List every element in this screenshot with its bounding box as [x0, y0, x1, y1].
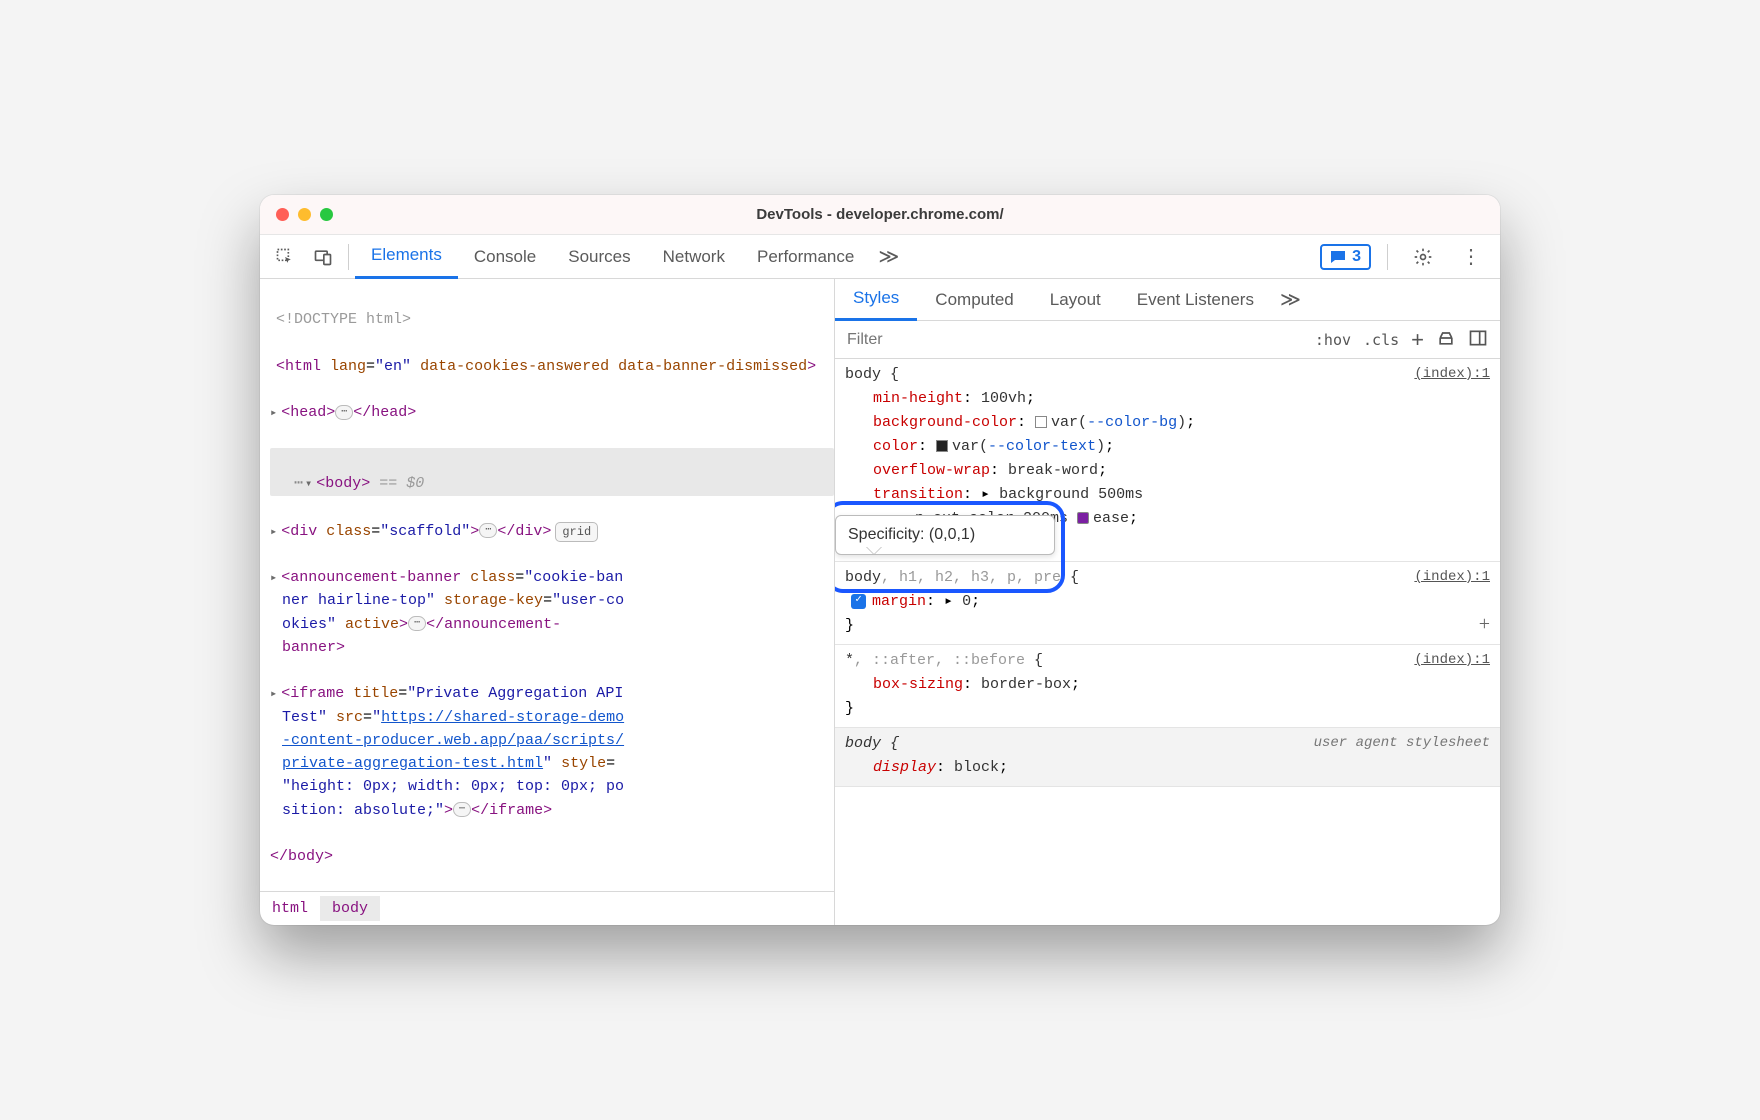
add-property-icon[interactable]: +	[1479, 608, 1490, 640]
ellipsis-icon[interactable]: ⋯	[453, 802, 471, 817]
toolbar-separator	[348, 244, 349, 270]
rule-selector: body	[845, 735, 881, 752]
window-title: DevTools - developer.chrome.com/	[260, 206, 1500, 223]
device-toolbar-icon[interactable]	[306, 240, 340, 274]
subtab-computed[interactable]: Computed	[917, 279, 1031, 321]
tabs-overflow-icon[interactable]: ≫	[870, 235, 907, 279]
ellipsis-icon[interactable]: ⋯	[335, 405, 353, 420]
property-checkbox[interactable]: ✓	[851, 594, 866, 609]
dom-body-close[interactable]: </body>	[270, 845, 834, 868]
style-rule[interactable]: (index):1 *, ::after, ::before { box-siz…	[835, 645, 1500, 728]
rule-source-link[interactable]: (index):1	[1414, 566, 1490, 588]
titlebar: DevTools - developer.chrome.com/	[260, 195, 1500, 235]
toolbar-separator	[1387, 244, 1388, 270]
subtab-layout[interactable]: Layout	[1032, 279, 1119, 321]
rule-selector[interactable]: *	[845, 652, 854, 669]
styles-subtabs: Styles Computed Layout Event Listeners ≫	[835, 279, 1500, 321]
dom-tree[interactable]: <!DOCTYPE html> <html lang="en" data-coo…	[260, 279, 834, 891]
dom-div-scaffold[interactable]: <div class="scaffold">⋯</div>grid	[270, 520, 834, 543]
settings-icon[interactable]	[1406, 240, 1440, 274]
paint-flashing-icon[interactable]	[1436, 328, 1456, 352]
chat-icon	[1330, 250, 1346, 264]
issues-count: 3	[1352, 248, 1361, 266]
rule-source-ua: user agent stylesheet	[1314, 732, 1490, 754]
grid-chip[interactable]: grid	[555, 522, 598, 543]
tab-performance[interactable]: Performance	[741, 235, 870, 279]
tab-sources[interactable]: Sources	[552, 235, 646, 279]
dom-announcement-banner[interactable]: <announcement-banner class="cookie-banne…	[270, 566, 834, 659]
color-swatch-icon[interactable]	[936, 440, 948, 452]
cls-toggle[interactable]: .cls	[1363, 331, 1399, 349]
styles-panel: Styles Computed Layout Event Listeners ≫…	[835, 279, 1500, 925]
rule-source-link[interactable]: (index):1	[1414, 363, 1490, 385]
ellipsis-icon[interactable]: ⋯	[408, 616, 426, 631]
styles-filter-input[interactable]	[835, 331, 1303, 349]
content-area: <!DOCTYPE html> <html lang="en" data-coo…	[260, 279, 1500, 925]
specificity-highlight: Specificity: (0,0,1)	[835, 501, 1065, 593]
inspect-element-icon[interactable]	[268, 240, 302, 274]
style-rule-user-agent[interactable]: user agent stylesheet body { display: bl…	[835, 728, 1500, 787]
rule-selector[interactable]: body	[845, 366, 881, 383]
devtools-window: DevTools - developer.chrome.com/ Element…	[260, 195, 1500, 925]
tab-network[interactable]: Network	[647, 235, 741, 279]
breadcrumb-body[interactable]: body	[320, 896, 380, 921]
hov-toggle[interactable]: :hov	[1315, 331, 1351, 349]
elements-panel: <!DOCTYPE html> <html lang="en" data-coo…	[260, 279, 835, 925]
issues-badge[interactable]: 3	[1320, 244, 1371, 270]
toggle-sidebar-icon[interactable]	[1468, 328, 1488, 352]
main-toolbar: Elements Console Sources Network Perform…	[260, 235, 1500, 279]
dom-iframe[interactable]: <iframe title="Private Aggregation APITe…	[270, 682, 834, 822]
easing-swatch-icon[interactable]	[1077, 512, 1089, 524]
rule-source-link[interactable]: (index):1	[1414, 649, 1490, 671]
styles-filter-row: :hov .cls +	[835, 321, 1500, 359]
subtabs-overflow-icon[interactable]: ≫	[1272, 279, 1309, 321]
subtab-styles[interactable]: Styles	[835, 279, 917, 321]
color-swatch-icon[interactable]	[1035, 416, 1047, 428]
new-style-rule-icon[interactable]: +	[1411, 327, 1424, 353]
kebab-menu-icon[interactable]: ⋮	[1454, 240, 1488, 274]
dom-body-selected[interactable]: ⋯<body> == $0	[270, 448, 834, 497]
subtab-event-listeners[interactable]: Event Listeners	[1119, 279, 1272, 321]
breadcrumb-html[interactable]: html	[260, 896, 320, 921]
tab-console[interactable]: Console	[458, 235, 552, 279]
styles-rules: Specificity: (0,0,1) (index):1 body { mi…	[835, 359, 1500, 925]
dom-head[interactable]: <head>⋯</head>	[270, 401, 834, 424]
tab-elements[interactable]: Elements	[355, 235, 458, 279]
specificity-tooltip: Specificity: (0,0,1)	[835, 515, 1055, 555]
breadcrumb: html body	[260, 891, 834, 925]
dom-html-open[interactable]: <html lang="en" data-cookies-answered da…	[270, 355, 834, 378]
ellipsis-icon[interactable]: ⋯	[479, 523, 497, 538]
dom-doctype: <!DOCTYPE html>	[270, 308, 834, 331]
